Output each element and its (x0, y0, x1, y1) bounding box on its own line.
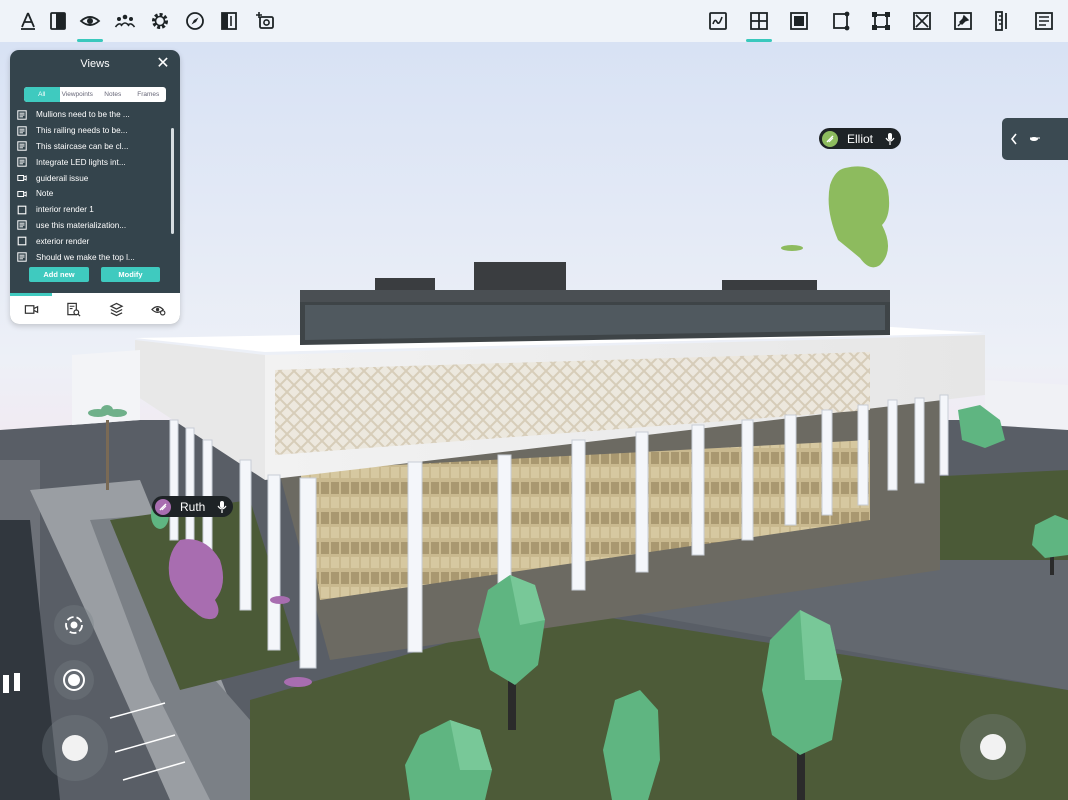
views-tabs: All Viewpoints Notes Frames (24, 87, 166, 102)
avatar-icon (1030, 137, 1040, 141)
measure-icon[interactable] (13, 6, 43, 36)
panel-icon[interactable] (43, 6, 73, 36)
edit-shape-icon[interactable] (826, 6, 856, 36)
tab-all[interactable]: All (24, 87, 60, 102)
people-icon[interactable] (110, 6, 140, 36)
user-name: Ruth (180, 499, 206, 514)
solid-icon[interactable] (784, 6, 814, 36)
list-item-label: Note (36, 189, 54, 199)
active-indicator (10, 293, 52, 296)
list-item[interactable]: This staircase can be cl... (16, 139, 176, 155)
list-item-label: Mullions need to be the ... (36, 110, 130, 120)
add-new-button[interactable]: Add new (29, 267, 89, 282)
list-item[interactable]: Mullions need to be the ... (16, 107, 176, 123)
views-header: Views ✕ (10, 50, 180, 78)
camera-icon (16, 189, 28, 199)
list-item-label: interior render 1 (36, 205, 94, 215)
modify-button[interactable]: Modify (101, 267, 160, 282)
orbit-icon (65, 616, 83, 634)
sketch-icon[interactable] (703, 6, 733, 36)
list-item[interactable]: This railing needs to be... (16, 123, 176, 139)
note-icon (16, 125, 28, 136)
views-bottom-bar (10, 293, 180, 324)
list-item-label: Integrate LED lights int... (36, 157, 126, 167)
eye-settings-icon[interactable] (146, 299, 170, 319)
views-title: Views (80, 58, 110, 70)
note-icon (16, 141, 28, 152)
list-item[interactable]: exterior render (16, 233, 176, 249)
list-item[interactable]: Should we make the top l... (16, 249, 176, 265)
frame-icon (16, 205, 28, 215)
box-x-icon[interactable] (907, 6, 937, 36)
list-item[interactable]: interior render 1 (16, 202, 176, 218)
tab-notes[interactable]: Notes (95, 87, 131, 102)
look-joystick[interactable] (960, 714, 1026, 780)
tab-viewpoints[interactable]: Viewpoints (60, 87, 96, 102)
focus-button[interactable] (54, 660, 94, 700)
list-item-label: exterior render (36, 236, 90, 246)
move-joystick[interactable] (42, 715, 108, 781)
user-name: Elliot (847, 131, 874, 146)
frame-icon (16, 236, 28, 246)
views-scrollbar[interactable] (171, 128, 174, 234)
search-doc-icon[interactable] (61, 299, 85, 319)
orbit-button[interactable] (54, 605, 94, 645)
views-panel: Views ✕ All Viewpoints Notes Frames Mull… (10, 50, 180, 324)
user-tag-elliot[interactable]: Elliot (819, 128, 902, 149)
list-item-label: use this materialization... (36, 220, 127, 230)
layers-icon[interactable] (104, 299, 128, 319)
chevron-left-icon (1010, 133, 1017, 145)
transform-icon[interactable] (866, 6, 896, 36)
note-icon (16, 157, 28, 167)
add-view-icon[interactable] (250, 6, 280, 36)
joystick-knob[interactable] (980, 734, 1006, 760)
camera-icon[interactable] (19, 299, 43, 319)
eye-icon[interactable] (75, 6, 105, 42)
right-collapsed-panel[interactable] (1002, 118, 1068, 160)
list-item[interactable]: use this materialization... (16, 218, 176, 234)
list-item-label: Should we make the top l... (36, 252, 135, 262)
target-icon (63, 669, 85, 691)
top-toolbar (0, 0, 1068, 42)
ruler-icon[interactable] (988, 6, 1018, 36)
section-icon[interactable] (214, 6, 244, 36)
note-icon (16, 252, 28, 262)
avatar (822, 130, 838, 147)
plane-icon[interactable] (744, 6, 774, 42)
notes-icon[interactable] (1029, 6, 1059, 36)
joystick-knob[interactable] (62, 735, 88, 761)
views-list: Mullions need to be the ... This railing … (16, 107, 176, 264)
tab-frames[interactable]: Frames (131, 87, 167, 102)
list-item[interactable]: Note (16, 186, 176, 202)
compass-icon[interactable] (180, 6, 210, 36)
microphone-icon[interactable] (217, 500, 227, 514)
list-item-label: This railing needs to be... (36, 126, 128, 136)
close-icon[interactable]: ✕ (154, 54, 172, 74)
avatar (155, 498, 171, 515)
list-item[interactable]: guiderail issue (16, 170, 176, 186)
note-icon (16, 110, 28, 120)
list-item-label: guiderail issue (36, 173, 89, 183)
note-icon (16, 220, 28, 231)
pin-icon[interactable] (948, 6, 978, 36)
microphone-icon[interactable] (885, 132, 895, 146)
camera-icon (16, 173, 28, 183)
user-tag-ruth[interactable]: Ruth (152, 496, 234, 517)
list-item-label: This staircase can be cl... (36, 141, 129, 151)
list-item[interactable]: Integrate LED lights int... (16, 154, 176, 170)
gear-icon[interactable] (145, 6, 175, 36)
